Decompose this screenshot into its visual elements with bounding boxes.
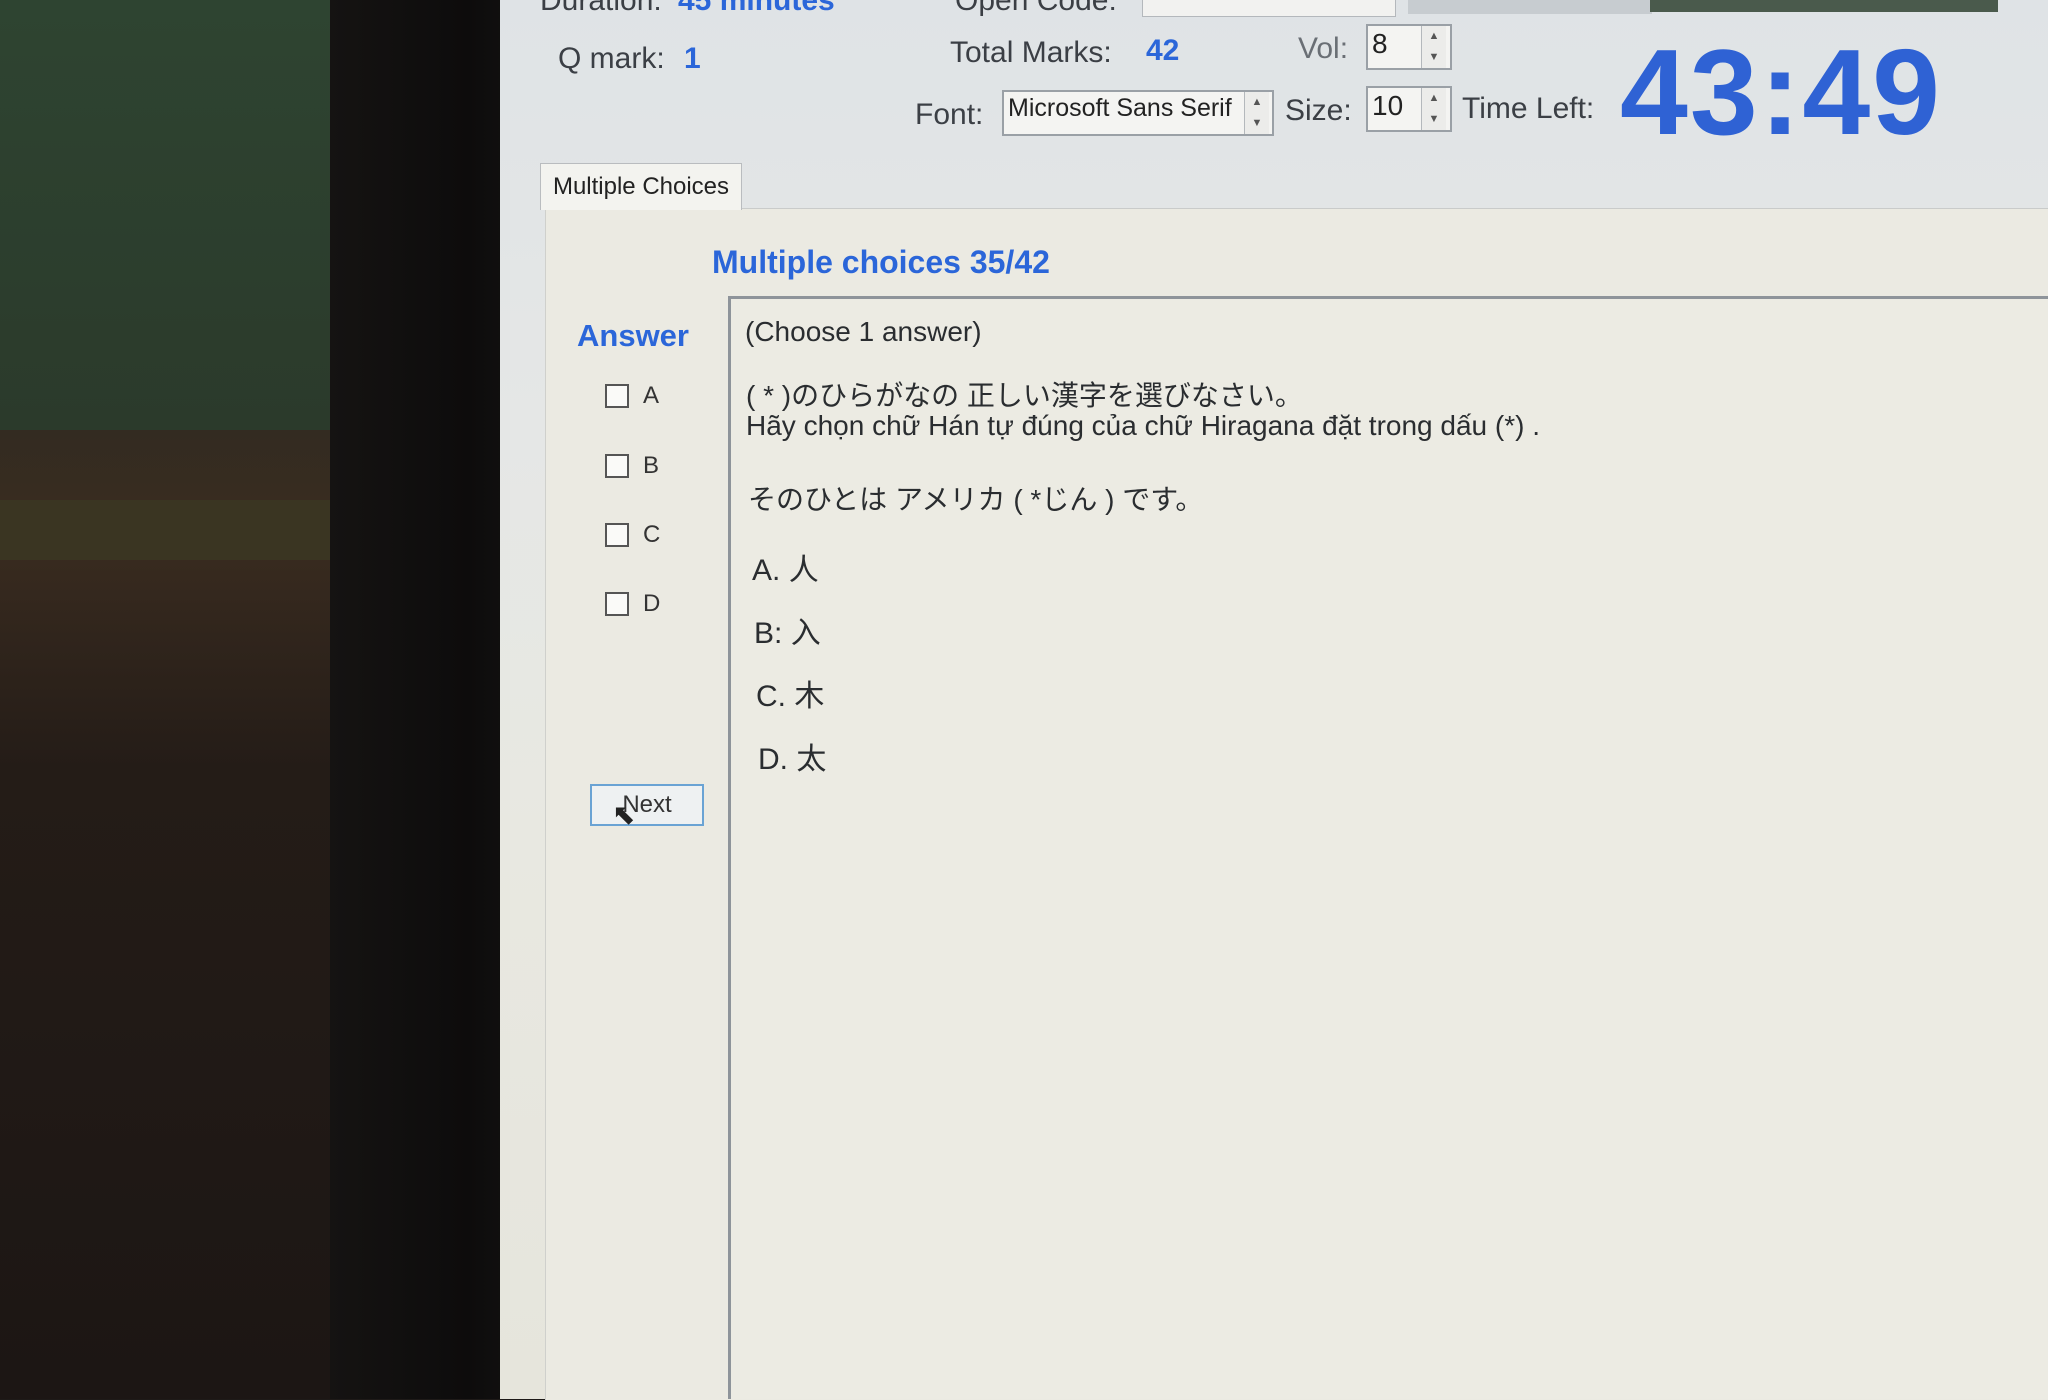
option-a: A. 人 <box>752 545 819 589</box>
option-c: C. 木 <box>756 671 824 715</box>
size-spin-buttons[interactable]: ▲ ▼ <box>1421 88 1446 130</box>
font-value: Microsoft Sans Serif <box>1008 94 1232 122</box>
checkbox-b[interactable] <box>605 454 629 478</box>
next-button[interactable]: Next <box>590 784 704 826</box>
open-code-input[interactable] <box>1142 0 1396 17</box>
qmark-label: Q mark: <box>558 42 665 75</box>
checkbox-c[interactable] <box>605 523 629 547</box>
option-key: C. <box>756 680 786 713</box>
option-text: 入 <box>790 617 821 650</box>
size-label: Size: <box>1285 94 1352 127</box>
option-text: 人 <box>788 554 819 587</box>
spin-up-icon[interactable]: ▲ <box>1422 88 1446 109</box>
option-key: B: <box>754 617 783 650</box>
open-code-label: Open Code: <box>955 0 1117 17</box>
answer-label: Answer <box>577 318 689 353</box>
question-instruction: (Choose 1 answer) <box>745 316 982 347</box>
time-left-label: Time Left: <box>1462 92 1595 125</box>
option-key: A. <box>752 554 781 587</box>
option-text: 太 <box>796 743 827 776</box>
top-button[interactable] <box>1408 0 1652 14</box>
spin-down-icon[interactable]: ▼ <box>1245 113 1269 134</box>
answer-choice-a[interactable]: A <box>605 380 659 412</box>
question-box <box>728 296 2048 1399</box>
choice-label-d: D <box>643 590 661 617</box>
answer-choice-b[interactable]: B <box>605 450 659 482</box>
option-d: D. 太 <box>758 734 826 778</box>
vol-label: Vol: <box>1298 32 1349 65</box>
size-value: 10 <box>1372 90 1404 121</box>
question-prompt-japanese: ( * )のひらがなの 正しい漢字を選びなさい。 <box>746 380 1303 411</box>
vol-value: 8 <box>1372 28 1388 59</box>
checkbox-d[interactable] <box>605 592 629 616</box>
choice-label-c: C <box>643 521 661 548</box>
font-selector[interactable]: Microsoft Sans Serif <box>1002 90 1274 136</box>
question-prompt-vietnamese: Hãy chọn chữ Hán tự đúng của chữ Hiragan… <box>746 410 1541 441</box>
total-marks-label: Total Marks: <box>950 36 1112 69</box>
answer-choice-c[interactable]: C <box>605 519 660 551</box>
option-b: B: 入 <box>754 608 821 652</box>
option-text: 木 <box>794 680 825 713</box>
qmark-value: 1 <box>684 42 701 75</box>
top-dark-bar <box>1650 0 1998 12</box>
option-key: D. <box>758 743 788 776</box>
choice-label-b: B <box>643 452 660 479</box>
time-left-value: 43:49 <box>1620 24 1943 160</box>
spin-up-icon[interactable]: ▲ <box>1422 26 1446 47</box>
vol-spin-buttons[interactable]: ▲ ▼ <box>1421 26 1446 68</box>
spin-down-icon[interactable]: ▼ <box>1422 109 1446 130</box>
duration-label: Duration: <box>540 0 662 17</box>
duration-value: 45 minutes <box>678 0 835 17</box>
answer-choice-d[interactable]: D <box>605 588 660 620</box>
section-title: Multiple choices 35/42 <box>712 244 1050 280</box>
font-label: Font: <box>915 98 984 131</box>
question-sentence: そのひとは アメリカ ( *じん ) です。 <box>748 484 1204 515</box>
checkbox-a[interactable] <box>605 384 629 408</box>
total-marks-value: 42 <box>1146 34 1180 67</box>
spin-down-icon[interactable]: ▼ <box>1422 47 1446 68</box>
tab-multiple-choices[interactable]: Multiple Choices <box>540 163 742 210</box>
spin-up-icon[interactable]: ▲ <box>1245 92 1269 113</box>
mouse-cursor-icon: ⬉ <box>612 799 636 830</box>
choice-label-a: A <box>643 382 660 409</box>
font-spin-buttons[interactable]: ▲ ▼ <box>1244 92 1269 134</box>
